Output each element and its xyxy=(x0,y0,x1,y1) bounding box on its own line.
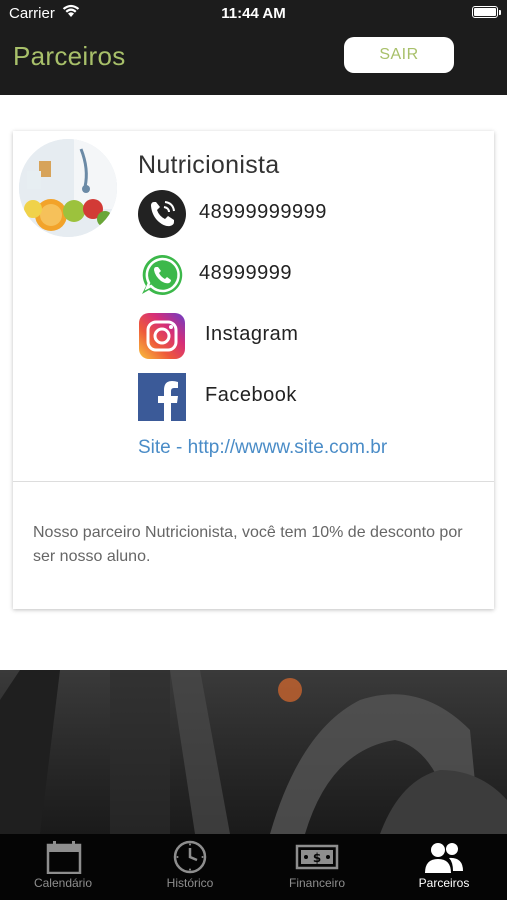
partners-icon xyxy=(381,840,507,874)
whatsapp-row[interactable]: 48999999 xyxy=(137,250,467,300)
instagram-label: Instagram xyxy=(205,323,299,345)
tab-label: Parceiros xyxy=(418,876,470,890)
money-icon: $ xyxy=(254,840,380,874)
facebook-row[interactable]: Facebook xyxy=(137,372,467,422)
clock-icon xyxy=(127,840,253,874)
phone-number: 48999999999 xyxy=(199,201,327,223)
tab-calendario[interactable]: Calendário xyxy=(0,834,126,900)
card-divider xyxy=(13,481,494,482)
page-title: Parceiros xyxy=(13,41,126,71)
whatsapp-icon xyxy=(137,250,187,300)
tab-parceiros[interactable]: Parceiros xyxy=(381,834,507,900)
facebook-label: Facebook xyxy=(205,384,297,406)
partner-avatar xyxy=(19,139,117,237)
instagram-icon xyxy=(137,311,187,361)
tab-label: Histórico xyxy=(166,876,214,890)
phone-row[interactable]: 48999999999 xyxy=(137,189,467,239)
tab-financeiro[interactable]: $ Financeiro xyxy=(254,834,380,900)
partner-card: Nutricionista 48999999999 48999999 Insta… xyxy=(13,131,494,609)
nav-bar: Parceiros SAIR xyxy=(0,28,507,95)
tab-bar: Calendário Histórico $ Financeiro Parcei… xyxy=(0,834,507,900)
tab-label: Financeiro xyxy=(288,876,346,890)
tab-historico[interactable]: Histórico xyxy=(127,834,253,900)
facebook-icon xyxy=(137,372,187,422)
status-bar: Carrier 11:44 AM xyxy=(0,0,507,28)
content-area: Nutricionista 48999999999 48999999 Insta… xyxy=(0,95,507,670)
battery-icon xyxy=(472,6,501,18)
partner-description: Nosso parceiro Nutricionista, você tem 1… xyxy=(33,524,463,565)
calendar-icon xyxy=(0,840,126,875)
instagram-row[interactable]: Instagram xyxy=(137,311,467,361)
site-link[interactable]: Site - http://wwww.site.com.br xyxy=(138,437,387,459)
partner-name: Nutricionista xyxy=(138,151,280,179)
logout-button[interactable]: SAIR xyxy=(344,37,454,73)
background-photo xyxy=(0,670,507,834)
status-time: 11:44 AM xyxy=(221,5,286,22)
svg-text:$: $ xyxy=(313,851,321,865)
phone-icon xyxy=(137,189,187,239)
tab-label: Calendário xyxy=(33,876,93,890)
whatsapp-number: 48999999 xyxy=(199,262,292,284)
